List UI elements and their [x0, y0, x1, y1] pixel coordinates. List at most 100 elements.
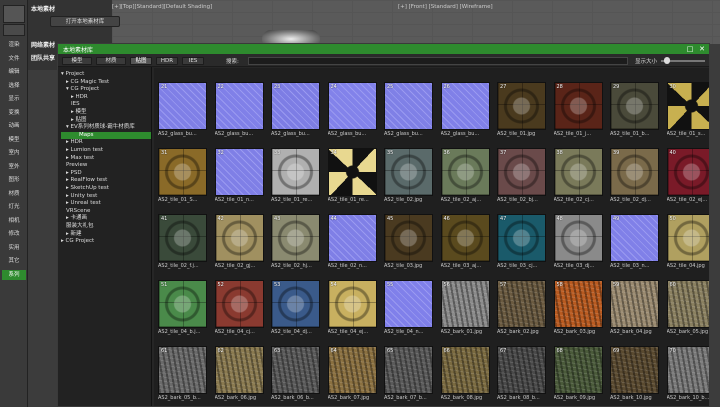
- thumbnail-item[interactable]: 22 AS2_glass_bu...: [214, 82, 264, 139]
- thumbnail-item[interactable]: 42 AS2_tile_02_gj...: [214, 214, 264, 271]
- thumbnail-item[interactable]: 36 AS2_tile_02_aj...: [440, 148, 490, 205]
- texture-thumbnail[interactable]: 35: [384, 148, 433, 196]
- texture-thumbnail[interactable]: 59: [610, 280, 659, 328]
- tree-node[interactable]: ▾ EV系列材质球-霸牛材质库: [66, 124, 135, 131]
- thumbnail-item[interactable]: 28 AS2_tile_01_j...: [553, 82, 603, 139]
- thumbnail-item[interactable]: 39 AS2_tile_02_dj...: [610, 148, 659, 205]
- tree-node[interactable]: ▾ CG Project: [66, 86, 99, 93]
- window-titlebar[interactable]: 本地素材库 □ ✕: [58, 44, 709, 54]
- texture-thumbnail[interactable]: 24: [327, 82, 377, 130]
- thumbnail-item[interactable]: 61 AS2_bark_05_b...: [158, 346, 207, 403]
- texture-thumbnail[interactable]: 29: [610, 82, 659, 130]
- thumbnail-item[interactable]: 64 AS2_bark_07.jpg: [327, 346, 377, 403]
- texture-thumbnail[interactable]: 39: [610, 148, 659, 196]
- texture-thumbnail[interactable]: 49: [610, 214, 659, 262]
- thumbnail-item[interactable]: 41 AS2_tile_02_f.j...: [158, 214, 207, 271]
- tree-node[interactable]: Maps: [61, 131, 151, 139]
- texture-thumbnail[interactable]: 70: [666, 346, 709, 394]
- texture-thumbnail[interactable]: 51: [158, 280, 207, 328]
- texture-thumbnail[interactable]: 63: [271, 346, 320, 394]
- thumbnail-item[interactable]: 67 AS2_bark_08_b...: [497, 346, 546, 403]
- thumbnail-item[interactable]: 26 AS2_glass_bu...: [440, 82, 490, 139]
- texture-thumbnail[interactable]: 34: [327, 148, 377, 196]
- tab-4[interactable]: IES: [182, 57, 204, 65]
- thumbnail-item[interactable]: 68 AS2_bark_09.jpg: [553, 346, 603, 403]
- texture-thumbnail[interactable]: 42: [214, 214, 264, 262]
- left-toolbar-item[interactable]: 灯光: [2, 202, 26, 212]
- texture-thumbnail[interactable]: 25: [384, 82, 433, 130]
- tree-node[interactable]: ▸ SketchUp test: [66, 185, 109, 192]
- texture-thumbnail[interactable]: 62: [214, 346, 264, 394]
- left-toolbar-item[interactable]: 图形: [2, 175, 26, 185]
- thumbnail-item[interactable]: 52 AS2_tile_04_cj...: [214, 280, 264, 337]
- texture-thumbnail[interactable]: 50: [666, 214, 709, 262]
- tree-node[interactable]: ▸ Unity test: [66, 193, 97, 200]
- thumbnail-item[interactable]: 43 AS2_tile_02_hj...: [271, 214, 320, 271]
- thumbnail-item[interactable]: 33 AS2_tile_01_re...: [271, 148, 320, 205]
- thumbnail-item[interactable]: 45 AS2_tile_03.jpg: [384, 214, 433, 271]
- thumbnail-item[interactable]: 40 AS2_tile_02_ej...: [666, 148, 709, 205]
- texture-thumbnail[interactable]: 38: [553, 148, 603, 196]
- left-toolbar-item[interactable]: 实用: [2, 243, 26, 253]
- team-share-label[interactable]: 团队共享: [31, 53, 55, 62]
- texture-thumbnail[interactable]: 65: [384, 346, 433, 394]
- left-toolbar-item[interactable]: 动画: [2, 121, 26, 131]
- thumbnail-item[interactable]: 46 AS2_tile_03_aj...: [440, 214, 490, 271]
- thumbnail-item[interactable]: 58 AS2_bark_03.jpg: [553, 280, 603, 337]
- left-toolbar-item[interactable]: 渲染: [2, 40, 26, 50]
- texture-thumbnail[interactable]: 54: [327, 280, 377, 328]
- tree-node[interactable]: ▸ CG Magic Test: [66, 79, 109, 86]
- tree-node[interactable]: VRScene: [66, 208, 90, 215]
- texture-thumbnail[interactable]: 69: [610, 346, 659, 394]
- tree-node[interactable]: IES: [71, 101, 80, 108]
- texture-thumbnail[interactable]: 43: [271, 214, 320, 262]
- left-toolbar-item[interactable]: 相机: [2, 216, 26, 226]
- left-toolbar-item[interactable]: 选择: [2, 81, 26, 91]
- thumbnail-item[interactable]: 48 AS2_tile_03_dj...: [553, 214, 603, 271]
- thumbnail-item[interactable]: 49 AS2_tile_03_n...: [610, 214, 659, 271]
- tree-node[interactable]: ▸ Unreal test: [66, 200, 101, 207]
- texture-thumbnail[interactable]: 56: [440, 280, 490, 328]
- texture-thumbnail[interactable]: 33: [271, 148, 320, 196]
- left-toolbar-item[interactable]: 模型: [2, 135, 26, 145]
- tab-0[interactable]: 模型: [62, 57, 92, 65]
- texture-thumbnail[interactable]: 45: [384, 214, 433, 262]
- left-toolbar-item[interactable]: 室外: [2, 162, 26, 172]
- thumbnail-item[interactable]: 66 AS2_bark_08.jpg: [440, 346, 490, 403]
- texture-thumbnail[interactable]: 58: [553, 280, 603, 328]
- texture-thumbnail[interactable]: 26: [440, 82, 490, 130]
- panel-toggle-icon[interactable]: [3, 24, 25, 36]
- thumbnail-item[interactable]: 30 AS2_tile_01_s...: [666, 82, 709, 139]
- texture-thumbnail[interactable]: 55: [384, 280, 433, 328]
- texture-thumbnail[interactable]: 46: [440, 214, 490, 262]
- tree-node[interactable]: ▸ 新建: [66, 231, 82, 238]
- texture-thumbnail[interactable]: 57: [497, 280, 546, 328]
- tree-node[interactable]: Preview: [66, 162, 87, 169]
- thumbnail-item[interactable]: 37 AS2_tile_02_bj...: [497, 148, 546, 205]
- thumbnail-item[interactable]: 65 AS2_bark_07_b...: [384, 346, 433, 403]
- texture-thumbnail[interactable]: 30: [666, 82, 709, 130]
- network-assets-label[interactable]: 网络素材: [31, 40, 55, 49]
- thumbnail-item[interactable]: 34 AS2_tile_01_re...: [327, 148, 377, 205]
- left-toolbar-item[interactable]: 修改: [2, 229, 26, 239]
- thumbnail-item[interactable]: 25 AS2_glass_bu...: [384, 82, 433, 139]
- texture-thumbnail[interactable]: 66: [440, 346, 490, 394]
- texture-thumbnail[interactable]: 52: [214, 280, 264, 328]
- viewport-label-right[interactable]: [+] [Front] [Standard] [Wireframe]: [398, 4, 493, 10]
- left-toolbar-item[interactable]: 材质: [2, 189, 26, 199]
- thumbnail-item[interactable]: 55 AS2_tile_04_n...: [384, 280, 433, 337]
- tree-node[interactable]: ▸ 模型: [71, 109, 87, 116]
- texture-thumbnail[interactable]: 48: [553, 214, 603, 262]
- thumbnail-item[interactable]: 21 AS2_glass_bu...: [158, 82, 207, 139]
- tree-node[interactable]: ▸ 贴图: [71, 117, 87, 124]
- thumbnail-item[interactable]: 27 AS2_tile_01.jpg: [497, 82, 546, 139]
- tree-node[interactable]: ▸ CG Project: [61, 238, 94, 245]
- texture-thumbnail[interactable]: 68: [553, 346, 603, 394]
- tree-node[interactable]: ▸ HDR: [66, 139, 83, 146]
- display-size-slider-handle[interactable]: [663, 57, 670, 64]
- thumbnail-item[interactable]: 63 AS2_bark_06_b...: [271, 346, 320, 403]
- thumbnail-item[interactable]: 44 AS2_tile_02_n...: [327, 214, 377, 271]
- left-toolbar-item[interactable]: 系列: [2, 269, 26, 280]
- texture-thumbnail[interactable]: 36: [440, 148, 490, 196]
- thumbnail-item[interactable]: 69 AS2_bark_10.jpg: [610, 346, 659, 403]
